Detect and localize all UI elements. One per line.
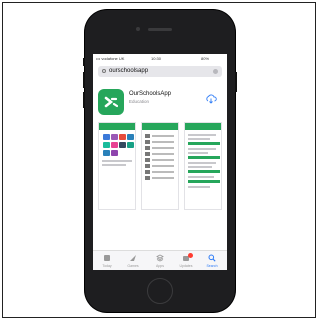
section-bar [188,142,220,145]
tile [103,150,110,156]
text-line [188,138,210,140]
tile [103,142,110,148]
text-line [188,148,216,150]
list-item [145,164,175,168]
screenshot-1[interactable] [98,122,136,210]
clear-icon[interactable] [213,69,218,74]
tile [103,134,110,140]
search-input[interactable]: ourschoolsapp [109,68,148,74]
tab-label: Games [127,264,139,268]
screenshot-header [142,123,178,130]
list-item [145,146,175,150]
apps-icon [156,254,164,262]
front-camera [136,27,140,31]
text-line [188,166,212,168]
text-line [188,134,216,136]
status-bar: ••• vodafone UK 10:30 80% [93,54,227,62]
text-line [188,176,214,178]
battery-level: 80% [201,56,210,61]
tile [127,134,134,140]
tile [111,134,118,140]
phone-device: ••• vodafone UK 10:30 80% ourschoolsapp … [83,10,237,312]
section-bar [188,156,220,159]
section-bar [188,170,220,173]
today-icon [104,255,110,261]
carrier-label: ••• vodafone UK [96,56,125,61]
text-line [102,160,132,162]
list-item [145,140,175,144]
tab-label: Updates [179,264,193,268]
earpiece-speaker [148,28,172,31]
screenshot-2[interactable] [141,122,179,210]
tile [119,142,126,148]
screenshot-header [99,123,135,130]
tab-apps[interactable]: Apps [147,253,173,270]
updates-badge [188,253,193,258]
list-item [145,152,175,156]
search-bar[interactable]: ourschoolsapp [98,66,222,77]
list-item [145,176,175,180]
screenshot-gallery[interactable] [98,122,224,212]
volume-up-button [83,72,85,88]
app-logo-icon [104,96,118,108]
cloud-download-icon[interactable] [205,94,217,104]
list-item [145,170,175,174]
text-line [188,162,216,164]
tile [111,150,118,156]
tab-bar: Today Games Apps Updates Search [93,250,227,270]
tab-label: Today [102,264,112,268]
text-line [188,152,208,154]
tab-label: Apps [156,264,164,268]
text-line [102,164,126,166]
screenshot-3[interactable] [184,122,222,210]
tab-search[interactable]: Search [199,253,225,270]
mute-switch [83,58,85,66]
clock: 10:30 [151,56,162,61]
search-icon [208,254,216,262]
games-icon [130,255,136,261]
search-icon [102,69,106,73]
screenshot-header [185,123,221,130]
tab-updates[interactable]: Updates [173,253,199,270]
app-store-screen: ••• vodafone UK 10:30 80% ourschoolsapp … [93,54,227,270]
volume-down-button [83,92,85,108]
list-item [145,158,175,162]
power-button [235,72,237,92]
list-item [145,134,175,138]
section-bar [188,180,220,183]
tab-today[interactable]: Today [94,253,120,270]
tab-games[interactable]: Games [120,253,146,270]
text-line [188,186,210,188]
home-button[interactable] [147,278,173,304]
tile [111,142,118,148]
tile [119,134,126,140]
app-name[interactable]: OurSchoolsApp [129,91,171,97]
tab-label: Search [206,264,218,268]
app-icon[interactable] [98,89,124,115]
app-category: Education [129,99,150,104]
tile [127,142,134,148]
